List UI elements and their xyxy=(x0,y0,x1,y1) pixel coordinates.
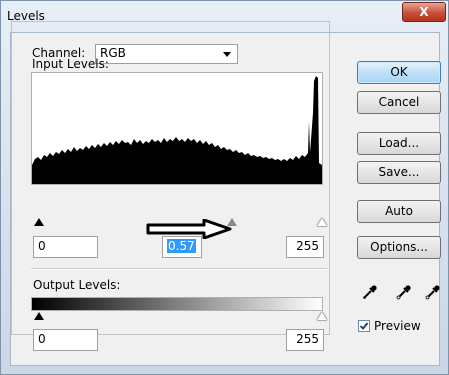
output-gradient-bar xyxy=(31,297,323,311)
dropdown-arrow-icon xyxy=(223,52,231,57)
white-eyedropper-icon[interactable] xyxy=(425,284,441,300)
close-button[interactable]: X xyxy=(402,2,446,22)
input-black-field[interactable]: 0 xyxy=(33,236,98,258)
ok-button[interactable]: OK xyxy=(357,61,441,84)
histogram-shape xyxy=(32,76,322,184)
input-gamma-field[interactable]: 0.57 xyxy=(162,236,202,258)
input-white-value: 255 xyxy=(296,239,319,253)
output-white-value: 255 xyxy=(296,332,319,346)
preview-checkbox[interactable] xyxy=(358,320,370,332)
input-white-field[interactable]: 255 xyxy=(286,236,324,258)
save-button[interactable]: Save... xyxy=(357,161,441,184)
input-levels-label: Input Levels: xyxy=(32,57,109,71)
checkmark-icon xyxy=(359,322,369,330)
input-black-value: 0 xyxy=(38,239,46,253)
output-black-field[interactable]: 0 xyxy=(33,329,98,351)
channel-select[interactable]: RGB xyxy=(95,44,238,64)
input-black-slider[interactable] xyxy=(34,218,44,226)
output-white-slider[interactable] xyxy=(317,312,327,320)
auto-button[interactable]: Auto xyxy=(357,200,441,223)
cancel-button[interactable]: Cancel xyxy=(357,91,441,114)
histogram xyxy=(31,72,323,185)
preview-label[interactable]: Preview xyxy=(374,319,421,333)
section-divider xyxy=(31,268,327,270)
load-button[interactable]: Load... xyxy=(357,132,441,155)
close-icon: X xyxy=(419,5,429,19)
output-black-value: 0 xyxy=(38,332,46,346)
black-eyedropper-icon[interactable] xyxy=(362,284,378,300)
output-levels-label: Output Levels: xyxy=(33,278,121,292)
output-white-field[interactable]: 255 xyxy=(286,329,324,351)
input-white-slider[interactable] xyxy=(317,218,327,226)
output-black-slider[interactable] xyxy=(34,312,44,320)
histogram-graph xyxy=(32,76,322,184)
gray-eyedropper-icon[interactable] xyxy=(396,284,412,300)
options-button[interactable]: Options... xyxy=(357,236,441,259)
input-gamma-value: 0.57 xyxy=(167,239,196,253)
